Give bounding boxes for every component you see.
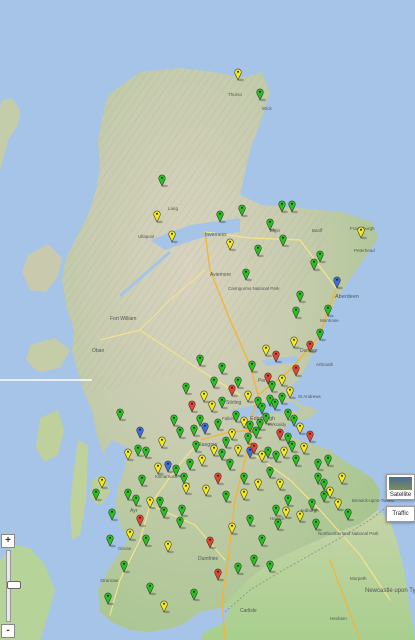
traffic-button[interactable]: Traffic xyxy=(386,506,415,522)
place-label: Aberdeen xyxy=(335,294,359,300)
place-label: Newcastle upon Tyne xyxy=(365,588,415,594)
place-label: Carlisle xyxy=(240,608,257,614)
place-label: Girvan xyxy=(118,546,132,551)
place-label: Stirling xyxy=(226,400,242,406)
zoom-slider-handle[interactable] xyxy=(7,581,21,589)
satellite-label: Satellite xyxy=(389,492,412,498)
map-canvas[interactable]: AberdeenEdinburghGlasgowDundeeInvernessP… xyxy=(0,0,415,640)
satellite-thumbnail xyxy=(389,477,412,490)
place-label: Morpeth xyxy=(350,576,367,581)
place-label: Peterhead xyxy=(354,248,375,253)
place-label: Inverness xyxy=(205,232,227,238)
place-label: St Andrews xyxy=(298,394,322,399)
place-label: Ayr xyxy=(130,508,138,514)
place-label: Dumfries xyxy=(198,556,219,562)
place-label: Arbroath xyxy=(316,362,334,367)
place-label: Oban xyxy=(92,348,104,354)
place-label: Lairg xyxy=(168,206,179,211)
place-label: Northumberland National Park xyxy=(318,531,379,536)
place-label: Kilmarnock xyxy=(155,474,178,479)
place-label: Stranraer xyxy=(100,578,119,583)
traffic-label: Traffic xyxy=(392,511,409,517)
place-label: Hexham xyxy=(330,616,347,621)
zoom-in-button[interactable]: + xyxy=(1,534,15,548)
place-label: Wick xyxy=(262,106,272,111)
zoom-control[interactable]: + - xyxy=(1,534,21,638)
satellite-button[interactable]: Satellite xyxy=(386,474,415,500)
zoom-out-button[interactable]: - xyxy=(1,624,15,638)
place-label: Montrose xyxy=(320,318,339,323)
place-label: Banff xyxy=(312,228,323,233)
place-label: Fort William xyxy=(110,316,136,322)
place-label: Thurso xyxy=(228,92,243,97)
place-label: Cairngorms National Park xyxy=(228,286,280,291)
place-label: Aviemore xyxy=(210,272,231,278)
place-label: Ullapool xyxy=(138,234,154,239)
zoom-slider-track[interactable] xyxy=(6,550,21,622)
